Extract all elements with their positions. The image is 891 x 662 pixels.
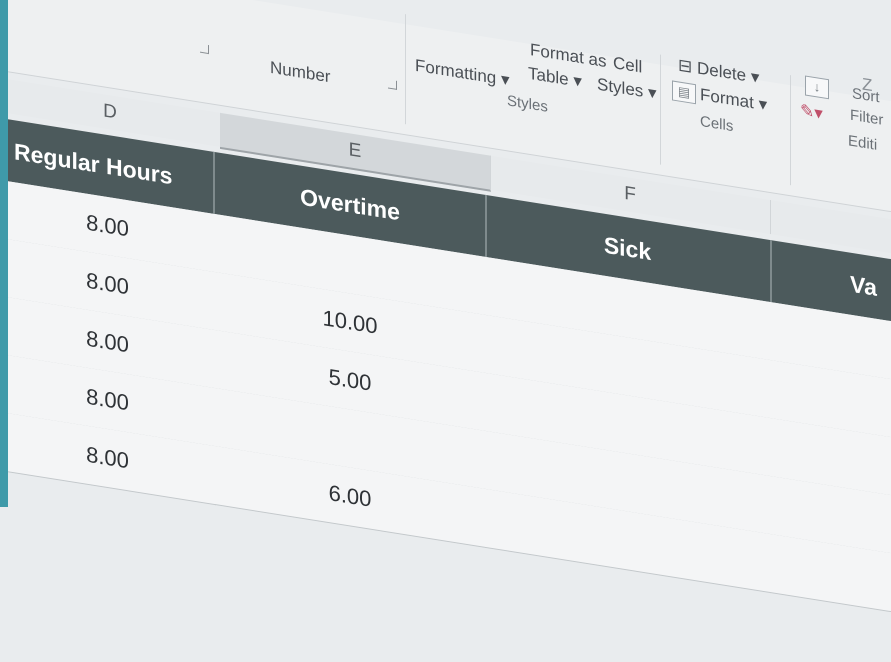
filter-label: Filter (850, 106, 884, 129)
format-icon: ▤ (672, 80, 696, 105)
format-label: Format (700, 84, 754, 113)
styles-group-label: Styles (507, 92, 548, 116)
cell-label: Cell (613, 53, 643, 77)
editing-group-label: Editi (848, 132, 878, 154)
format-button[interactable]: Format ▾ (700, 85, 767, 116)
spreadsheet-view: Number Formatting ▾ Format as Table ▾ Ce… (0, 0, 891, 648)
dialog-launcher-icon[interactable] (200, 43, 209, 55)
column-f-label: F (624, 182, 636, 206)
group-separator (405, 14, 406, 125)
fill-icon[interactable]: ↓ (805, 75, 829, 100)
group-separator (660, 54, 661, 165)
window-left-edge (0, 0, 8, 507)
format-as-table-button[interactable]: Table ▾ (528, 64, 582, 93)
number-dialog-launcher-icon[interactable] (388, 79, 397, 90)
conditional-formatting-button[interactable]: Formatting ▾ (415, 56, 510, 91)
table-label: Table (528, 63, 569, 90)
cell-styles-button[interactable]: Styles ▾ (597, 75, 657, 104)
column-d-label: D (103, 100, 117, 124)
number-group-label: Number (270, 57, 331, 87)
group-separator (790, 75, 791, 186)
clear-eraser-icon[interactable]: ✎▾ (800, 101, 823, 125)
formatting-label: Formatting (415, 55, 497, 88)
delete-label: Delete (696, 58, 747, 86)
cells-group-label: Cells (700, 112, 734, 136)
sort-label: Sort (852, 84, 880, 107)
column-e-label: E (348, 139, 362, 163)
styles-label: Styles (597, 74, 644, 101)
